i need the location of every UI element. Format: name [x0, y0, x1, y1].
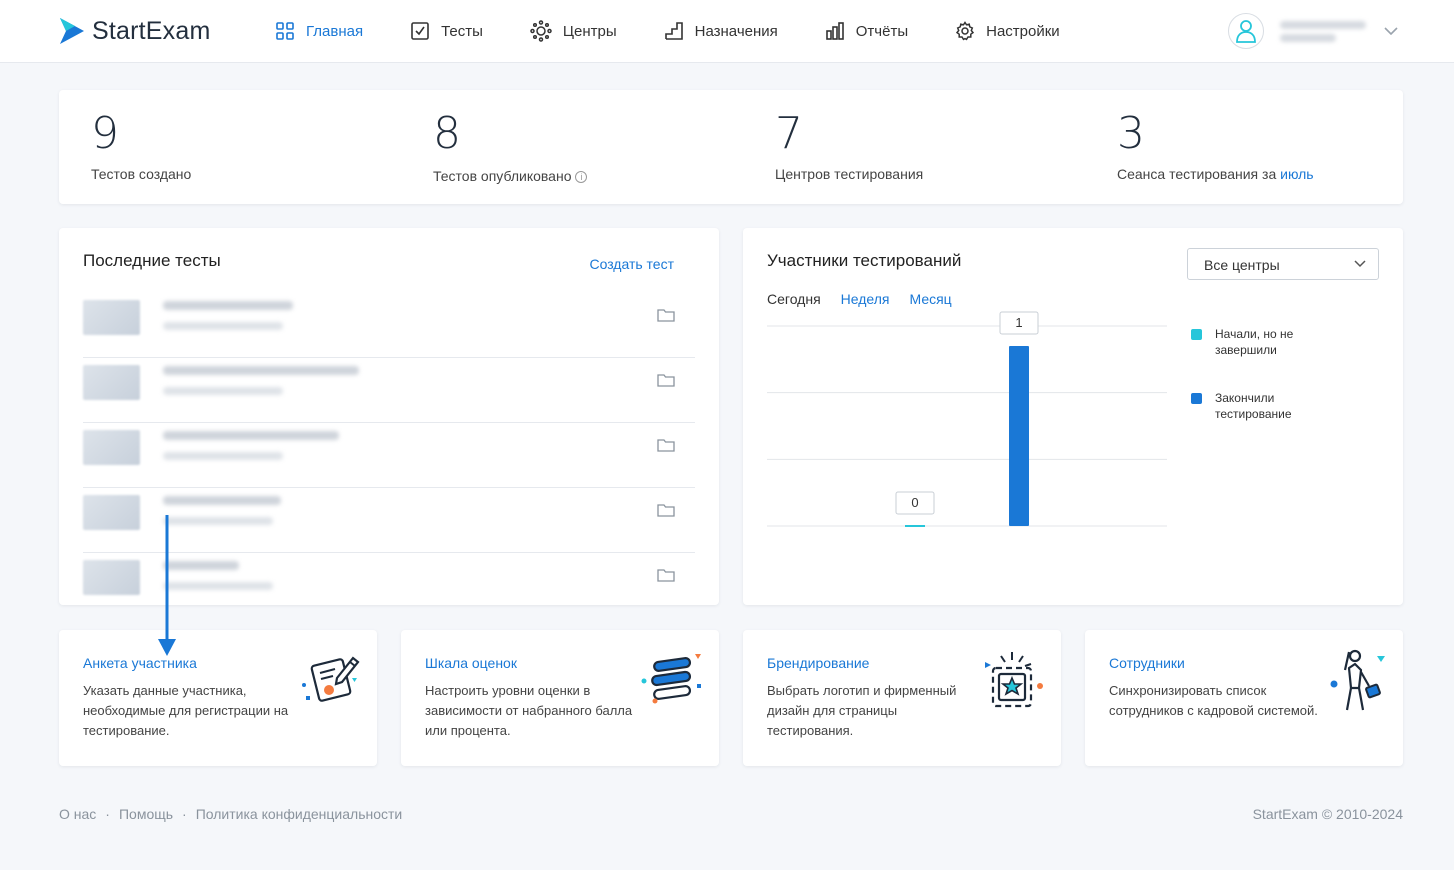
test-info-redacted — [163, 366, 359, 395]
test-thumbnail — [83, 365, 140, 400]
legend-item: Закончили тестирование — [1191, 390, 1315, 422]
data-label: 1 — [1015, 315, 1022, 330]
stat-label: Тестов создано — [91, 166, 192, 182]
feature-description: Указать данные участника, необходимые дл… — [83, 683, 289, 738]
card-title: Последние тесты — [83, 251, 221, 270]
test-info-redacted — [163, 301, 293, 330]
chevron-down-icon — [1354, 260, 1366, 268]
test-thumbnail — [83, 300, 140, 335]
nav-label: Главная — [306, 22, 364, 40]
folder-icon[interactable] — [657, 568, 675, 582]
feature-title[interactable]: Сотрудники — [1109, 655, 1185, 671]
nav-item-settings[interactable]: Настройки — [955, 21, 1060, 41]
form-pencil-icon — [302, 656, 360, 702]
footer-links: О нас · Помощь · Политика конфиденциальн… — [59, 806, 403, 822]
data-label: 0 — [911, 495, 918, 510]
user-menu[interactable] — [1228, 13, 1398, 49]
logo[interactable]: StartExam — [58, 16, 211, 46]
footer-link-privacy[interactable]: Политика конфиденциальности — [196, 806, 403, 822]
logo-icon — [60, 18, 84, 44]
top-bar: StartExam Главная Тесты Центры Назначени… — [0, 0, 1454, 63]
bars-icon — [825, 22, 844, 40]
centers-icon — [530, 20, 552, 42]
folder-icon[interactable] — [657, 373, 675, 387]
folder-icon[interactable] — [657, 438, 675, 452]
checkbox-icon — [411, 22, 429, 40]
nav-label: Назначения — [694, 22, 778, 40]
star-frame-icon — [985, 652, 1043, 708]
feature-card-participant-form[interactable]: Анкета участника Указать данные участник… — [59, 630, 377, 766]
nav-label: Центры — [562, 22, 617, 40]
month-link[interactable]: июль — [1280, 166, 1313, 182]
test-info-redacted — [163, 431, 339, 460]
chevron-down-icon — [1384, 27, 1398, 35]
feature-description: Настроить уровни оценки в зависимости от… — [425, 683, 633, 738]
create-test-link[interactable]: Создать тест — [589, 256, 674, 272]
feature-description: Синхронизировать список сотрудников с ка… — [1109, 683, 1318, 718]
user-icon — [1236, 20, 1256, 43]
nav-label: Тесты — [441, 22, 483, 40]
feature-card-employees[interactable]: Сотрудники Синхронизировать список сотру… — [1085, 630, 1403, 766]
participants-chart: 01 — [767, 311, 1167, 527]
legend-swatch — [1191, 393, 1202, 404]
nav-item-reports[interactable]: Отчёты — [825, 21, 908, 41]
stat-label: Центров тестирования — [775, 166, 924, 182]
stat-value: 3 — [1117, 108, 1145, 159]
feature-description: Выбрать логотип и фирменный дизайн для с… — [767, 683, 957, 738]
stat-value: 7 — [775, 108, 803, 159]
chart-bar — [1009, 346, 1029, 526]
test-info-redacted — [163, 496, 281, 525]
nav-item-centers[interactable]: Центры — [530, 20, 617, 42]
chart-bar — [905, 525, 925, 527]
feature-card-grade-scale[interactable]: Шкала оценок Настроить уровни оценки в з… — [401, 630, 719, 766]
test-thumbnail — [83, 430, 140, 465]
feature-title[interactable]: Шкала оценок — [425, 655, 517, 671]
brand-name: StartExam — [92, 16, 211, 45]
footer-link-help[interactable]: Помощь — [119, 806, 173, 822]
scale-bars-icon — [641, 654, 701, 704]
folder-icon[interactable] — [657, 308, 675, 322]
test-info-redacted — [163, 561, 273, 590]
centers-select[interactable]: Все центры — [1187, 248, 1379, 280]
gear-icon — [956, 21, 975, 41]
nav-label: Настройки — [986, 22, 1060, 40]
nav-item-tests[interactable]: Тесты — [410, 21, 483, 41]
folder-icon[interactable] — [657, 503, 675, 517]
legend-label: Начали, но не завершили — [1215, 327, 1294, 357]
user-name-redacted — [1280, 16, 1368, 47]
nav-label: Отчёты — [855, 22, 909, 40]
info-icon[interactable]: i — [575, 171, 588, 184]
steps-icon — [664, 22, 683, 40]
legend-item: Начали, но не завершили — [1191, 326, 1315, 358]
feature-title[interactable]: Анкета участника — [83, 655, 197, 671]
stat-value: 9 — [91, 108, 119, 159]
participants-card: Участники тестирований Все центры Сегодн… — [743, 228, 1403, 605]
test-thumbnail — [83, 495, 140, 530]
footer-link-about[interactable]: О нас — [59, 806, 96, 822]
stat-value: 8 — [433, 108, 461, 159]
grid-icon — [276, 22, 294, 40]
test-row[interactable] — [83, 358, 695, 423]
person-briefcase-icon — [1330, 649, 1385, 711]
copyright: StartExam © 2010-2024 — [1252, 806, 1403, 822]
select-value: Все центры — [1204, 257, 1280, 273]
feature-card-branding[interactable]: Брендирование Выбрать логотип и фирменны… — [743, 630, 1061, 766]
stat-label: Тестов опубликовано i — [433, 168, 588, 184]
stats-card: 9 Тестов создано 8 Тестов опубликовано i … — [59, 90, 1403, 204]
nav-item-home[interactable]: Главная — [275, 21, 363, 41]
avatar — [1228, 13, 1264, 49]
stat-label: Сеанса тестирования за июль — [1117, 166, 1314, 182]
test-thumbnail — [83, 560, 140, 595]
legend-label: Закончили тестирование — [1215, 391, 1292, 421]
test-row[interactable] — [83, 293, 695, 358]
test-row[interactable] — [83, 423, 695, 488]
nav-item-assignments[interactable]: Назначения — [664, 21, 778, 41]
legend-swatch — [1191, 329, 1202, 340]
main-nav: Главная Тесты Центры Назначения Отчёты Н… — [275, 0, 1107, 62]
annotation-arrow-icon — [158, 515, 176, 656]
feature-title[interactable]: Брендирование — [767, 655, 869, 671]
